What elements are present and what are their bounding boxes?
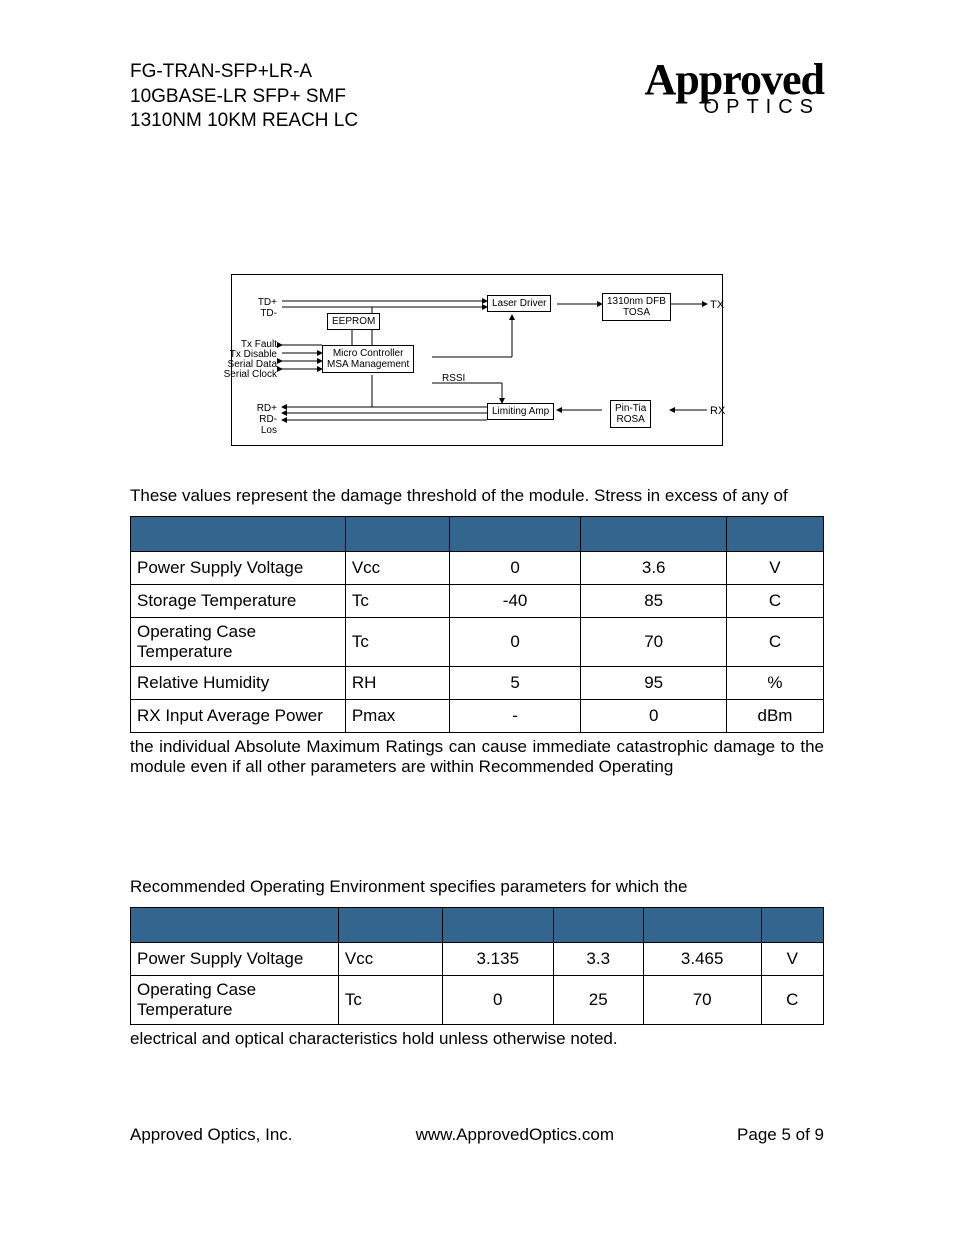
cell-param: Power Supply Voltage (131, 552, 346, 585)
diagram-box-laser-driver: Laser Driver (487, 295, 551, 312)
cell-min: 0 (449, 552, 581, 585)
diagram-label-serialclock: Serial Clock (222, 369, 277, 380)
header-line-3: 1310NM 10KM REACH LC (130, 109, 358, 134)
cell-symbol: RH (345, 667, 449, 700)
cell-max: 70 (643, 976, 761, 1025)
cell-max: 85 (581, 585, 727, 618)
cell-typ: 3.3 (553, 943, 643, 976)
section1-after-text: the individual Absolute Maximum Ratings … (130, 737, 824, 777)
cell-min: 3.135 (442, 943, 553, 976)
table-row: Relative Humidity RH 5 95 % (131, 667, 824, 700)
cell-unit: C (726, 618, 823, 667)
table-row: RX Input Average Power Pmax - 0 dBm (131, 700, 824, 733)
footer-page: Page 5 of 9 (737, 1125, 824, 1145)
cell-max: 95 (581, 667, 727, 700)
block-diagram: TD+ TD- Tx Fault Tx Disable Serial Data … (231, 274, 723, 446)
cell-param: RX Input Average Power (131, 700, 346, 733)
cell-min: 0 (442, 976, 553, 1025)
diagram-label-tx: TX (710, 299, 724, 311)
table-row: Power Supply Voltage Vcc 3.135 3.3 3.465… (131, 943, 824, 976)
cell-symbol: Vcc (338, 943, 442, 976)
footer: Approved Optics, Inc. www.ApprovedOptics… (130, 1125, 824, 1145)
diagram-label-rssi: RSSI (442, 373, 482, 384)
cell-min: - (449, 700, 581, 733)
table-row: Operating Case Temperature Tc 0 70 C (131, 618, 824, 667)
diagram-box-limiting-amp: Limiting Amp (487, 403, 554, 420)
cell-symbol: Pmax (345, 700, 449, 733)
cell-max: 3.6 (581, 552, 727, 585)
cell-param: Storage Temperature (131, 585, 346, 618)
cell-param: Operating Case Temperature (131, 618, 346, 667)
cell-unit: % (726, 667, 823, 700)
cell-symbol: Tc (345, 618, 449, 667)
table-row: Operating Case Temperature Tc 0 25 70 C (131, 976, 824, 1025)
cell-max: 0 (581, 700, 727, 733)
table-row: Power Supply Voltage Vcc 0 3.6 V (131, 552, 824, 585)
diagram-label-rd: RD+ RD- Los (232, 403, 277, 436)
cell-min: 0 (449, 618, 581, 667)
cell-min: -40 (449, 585, 581, 618)
header: FG-TRAN-SFP+LR-A 10GBASE-LR SFP+ SMF 131… (130, 60, 824, 134)
table-row: Storage Temperature Tc -40 85 C (131, 585, 824, 618)
footer-company: Approved Optics, Inc. (130, 1125, 293, 1145)
cell-unit: dBm (726, 700, 823, 733)
diagram-label-td: TD+ TD- (232, 297, 277, 319)
logo: Approved OPTICS (645, 60, 824, 119)
header-product-info: FG-TRAN-SFP+LR-A 10GBASE-LR SFP+ SMF 131… (130, 60, 358, 134)
cell-symbol: Vcc (345, 552, 449, 585)
cell-max: 3.465 (643, 943, 761, 976)
absolute-max-ratings-table: Power Supply Voltage Vcc 0 3.6 V Storage… (130, 516, 824, 733)
diagram-box-rosa: Pin-Tia ROSA (610, 400, 651, 428)
section2-after-text: electrical and optical characteristics h… (130, 1029, 824, 1049)
cell-unit: C (726, 585, 823, 618)
table-header-row (131, 908, 824, 943)
cell-unit: C (761, 976, 823, 1025)
cell-symbol: Tc (345, 585, 449, 618)
cell-symbol: Tc (338, 976, 442, 1025)
cell-param: Power Supply Voltage (131, 943, 339, 976)
cell-param: Relative Humidity (131, 667, 346, 700)
page: FG-TRAN-SFP+LR-A 10GBASE-LR SFP+ SMF 131… (0, 0, 954, 1235)
cell-unit: V (761, 943, 823, 976)
cell-param: Operating Case Temperature (131, 976, 339, 1025)
diagram-box-micro: Micro Controller MSA Management (322, 345, 414, 373)
section1-intro-text: These values represent the damage thresh… (130, 486, 824, 506)
table-header-row (131, 517, 824, 552)
recommended-operating-table: Power Supply Voltage Vcc 3.135 3.3 3.465… (130, 907, 824, 1025)
cell-typ: 25 (553, 976, 643, 1025)
cell-unit: V (726, 552, 823, 585)
section2-intro-text: Recommended Operating Environment specif… (130, 877, 824, 897)
diagram-label-rx: RX (710, 405, 725, 417)
diagram-box-tosa: 1310nm DFB TOSA (602, 293, 671, 321)
header-line-1: FG-TRAN-SFP+LR-A (130, 60, 358, 85)
cell-min: 5 (449, 667, 581, 700)
footer-url: www.ApprovedOptics.com (416, 1125, 614, 1145)
cell-max: 70 (581, 618, 727, 667)
diagram-box-eeprom: EEPROM (327, 313, 380, 330)
logo-main-text: Approved (645, 60, 824, 100)
header-line-2: 10GBASE-LR SFP+ SMF (130, 85, 358, 110)
